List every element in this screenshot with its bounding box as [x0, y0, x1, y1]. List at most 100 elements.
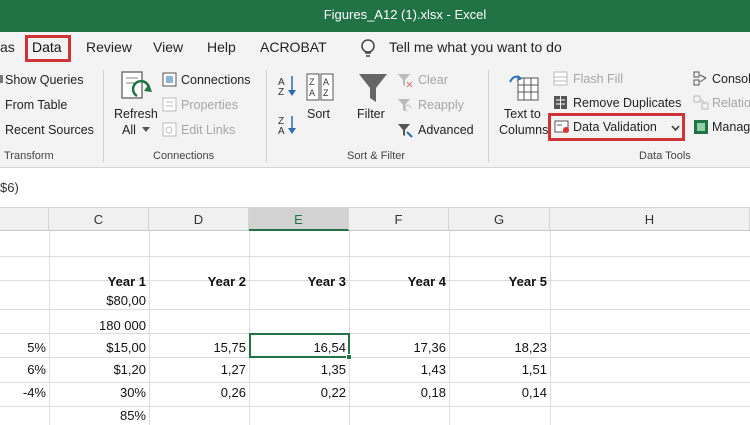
cell-g-row-2[interactable]: 1,51: [449, 358, 550, 382]
filter-icon: [359, 74, 387, 102]
fill-handle[interactable]: [346, 354, 352, 360]
column-header-b[interactable]: [0, 208, 49, 231]
sort-a-to-z-icon: A Z Z A: [278, 76, 296, 136]
from-table-button[interactable]: From Table: [5, 98, 67, 112]
svg-text:A: A: [323, 77, 329, 87]
flash-fill-icon: [553, 71, 568, 86]
cell-e-row-3[interactable]: 0,22: [249, 381, 349, 405]
svg-text:Z: Z: [309, 77, 315, 87]
show-queries-button[interactable]: Show Queries: [5, 73, 84, 87]
cell-f-year4[interactable]: Year 4: [349, 270, 449, 294]
sort-button[interactable]: Sort: [307, 107, 330, 121]
tab-formulas-partial[interactable]: as: [0, 39, 15, 55]
cell-g-row-1[interactable]: 18,23: [449, 336, 550, 360]
cell-f-row-2[interactable]: 1,43: [349, 358, 449, 382]
grid-line: [0, 256, 750, 257]
remove-duplicates-button[interactable]: Remove Duplicates: [573, 96, 681, 110]
column-header-f[interactable]: F: [349, 208, 449, 231]
column-header-c[interactable]: C: [49, 208, 149, 231]
consolidate-button[interactable]: Consol: [712, 72, 750, 86]
column-header-h[interactable]: H: [550, 208, 750, 231]
manage-data-model-icon: [694, 120, 708, 134]
cell-c-price[interactable]: $80,00: [49, 289, 149, 313]
svg-text:A: A: [309, 88, 315, 98]
svg-text:A: A: [278, 126, 285, 136]
cell-e-year3[interactable]: Year 3: [249, 270, 349, 294]
cell-g-year5[interactable]: Year 5: [449, 270, 550, 294]
tab-view[interactable]: View: [153, 39, 183, 55]
svg-text:Z: Z: [278, 87, 284, 98]
cell-f-row-1[interactable]: 17,36: [349, 336, 449, 360]
properties-icon: [162, 97, 177, 112]
tell-me-search[interactable]: Tell me what you want to do: [389, 39, 562, 55]
text-to-columns-label[interactable]: Text to: [504, 107, 541, 121]
advanced-button[interactable]: Advanced: [418, 123, 474, 137]
group-label-data-tools: Data Tools: [639, 150, 691, 162]
separator: [103, 70, 104, 162]
recent-sources-button[interactable]: Recent Sources: [5, 123, 94, 137]
reapply-button[interactable]: Reapply: [418, 98, 464, 112]
sort-icon: Z A A Z: [306, 73, 334, 101]
cell-e-row-2[interactable]: 1,35: [249, 358, 349, 382]
group-label-sort-filter: Sort & Filter: [347, 150, 406, 162]
clear-filter-icon: [398, 74, 413, 88]
cell-c-volume[interactable]: 180 000: [49, 314, 149, 338]
refresh-all-icon: [121, 71, 152, 99]
connections-icon: [162, 72, 177, 87]
window-title: Figures_A12 (1).xlsx - Excel: [323, 7, 487, 22]
lightbulb-icon: [361, 39, 375, 57]
column-header-e[interactable]: E: [249, 208, 349, 231]
relationships-icon: [693, 95, 709, 110]
reapply-icon: [398, 99, 412, 112]
cell-b-rate-1[interactable]: 5%: [0, 336, 49, 360]
text-to-columns-icon: [509, 75, 539, 101]
cell-c-row-4[interactable]: 85%: [49, 404, 149, 425]
connections-button[interactable]: Connections: [181, 73, 251, 87]
cell-b-rate-2[interactable]: 6%: [0, 358, 49, 382]
formula-text[interactable]: $6): [0, 180, 19, 195]
tab-acrobat[interactable]: ACROBAT: [260, 39, 327, 55]
flash-fill-button[interactable]: Flash Fill: [573, 72, 623, 86]
consolidate-icon: [693, 71, 707, 86]
cell-c-row-3[interactable]: 30%: [49, 381, 149, 405]
column-header-d[interactable]: D: [149, 208, 249, 231]
tab-review[interactable]: Review: [86, 39, 132, 55]
advanced-filter-icon: [398, 124, 413, 138]
cell-f-row-3[interactable]: 0,18: [349, 381, 449, 405]
separator: [488, 70, 489, 162]
edit-links-icon: [162, 122, 177, 137]
group-label-transform: Transform: [4, 150, 54, 162]
cell-d-row-2[interactable]: 1,27: [149, 358, 249, 382]
relationships-button[interactable]: Relatio: [712, 96, 750, 110]
svg-text:Z: Z: [323, 88, 329, 98]
cell-b-rate-3[interactable]: -4%: [0, 381, 49, 405]
cell-g-row-3[interactable]: 0,14: [449, 381, 550, 405]
cell-d-year2[interactable]: Year 2: [149, 270, 249, 294]
cell-d-row-1[interactable]: 15,75: [149, 336, 249, 360]
refresh-all-label-2[interactable]: All: [122, 123, 136, 137]
manage-data-model-button[interactable]: Manag: [712, 120, 750, 134]
group-label-connections: Connections: [153, 150, 215, 162]
column-header-g[interactable]: G: [449, 208, 550, 231]
text-to-columns-label-2[interactable]: Columns: [499, 123, 548, 137]
tab-help[interactable]: Help: [207, 39, 236, 55]
grid-line: [550, 231, 551, 425]
spreadsheet-grid[interactable]: C D E F G H Year 1 Year 2 Year 3 Year 4 …: [0, 208, 750, 425]
title-bar: Figures_A12 (1).xlsx - Excel: [0, 0, 750, 32]
refresh-all-label[interactable]: Refresh: [114, 107, 158, 121]
edit-links-button[interactable]: Edit Links: [181, 123, 235, 137]
clear-button[interactable]: Clear: [418, 73, 448, 87]
data-tab-highlight: [25, 35, 71, 62]
separator: [266, 70, 267, 162]
remove-duplicates-icon: [554, 96, 567, 109]
cell-c-row-1[interactable]: $15,00: [49, 336, 149, 360]
show-queries-icon: [0, 75, 3, 83]
properties-button[interactable]: Properties: [181, 98, 238, 112]
data-validation-highlight: [548, 113, 685, 141]
cell-d-row-3[interactable]: 0,26: [149, 381, 249, 405]
chevron-down-icon: [142, 127, 150, 132]
active-cell-selection[interactable]: [249, 333, 350, 358]
formula-bar[interactable]: $6): [0, 168, 750, 208]
cell-c-row-2[interactable]: $1,20: [49, 358, 149, 382]
filter-button[interactable]: Filter: [357, 107, 385, 121]
